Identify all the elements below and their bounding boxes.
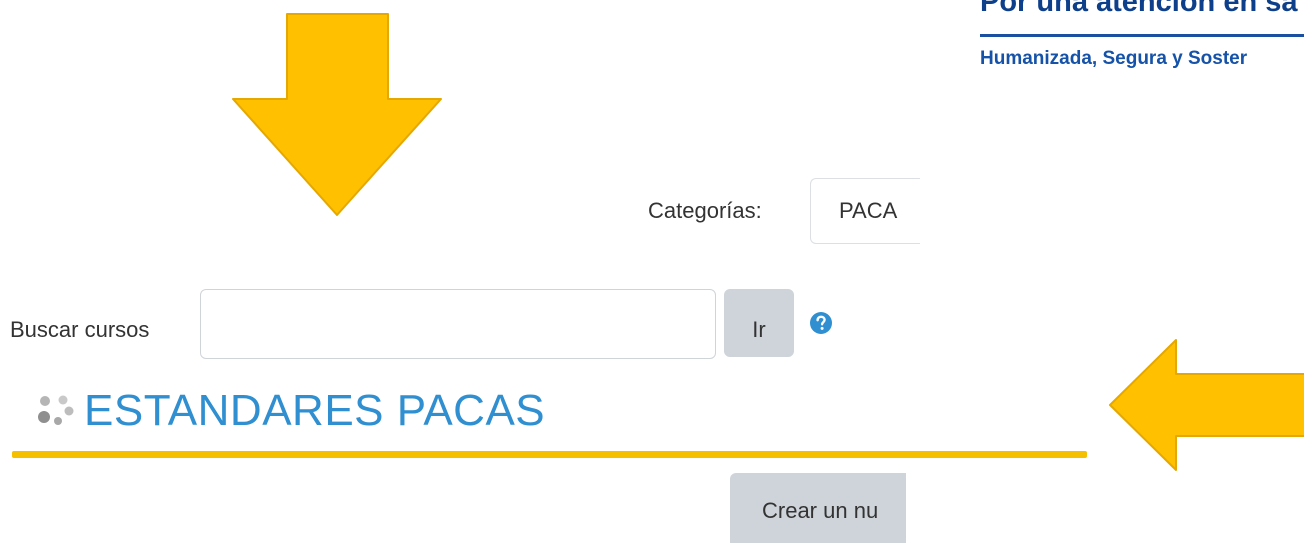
- arrow-down-icon: [232, 13, 442, 216]
- create-new-course-button[interactable]: Crear un nu: [730, 473, 906, 543]
- help-circle-icon[interactable]: [809, 311, 833, 335]
- search-courses-label: Buscar cursos: [10, 317, 150, 342]
- search-courses-input[interactable]: [200, 289, 716, 359]
- create-button-container: Crear un nu: [730, 473, 906, 543]
- categories-select[interactable]: PACA: [810, 178, 920, 244]
- categories-selected-value: PACA: [839, 198, 898, 223]
- header-banner: Por una atención en sa Humanizada, Segur…: [980, 0, 1304, 90]
- categories-label: Categorías:: [648, 198, 762, 223]
- banner-slogan: Por una atención en sa: [980, 0, 1298, 18]
- banner-divider: [980, 34, 1304, 37]
- banner-subtitle: Humanizada, Segura y Soster: [980, 48, 1248, 69]
- category-nodes-icon: [38, 395, 74, 425]
- category-title: ESTANDARES PACAS: [84, 386, 546, 435]
- highlight-underline: [12, 451, 1087, 458]
- arrow-left-icon: [1109, 339, 1304, 471]
- search-go-button[interactable]: Ir: [724, 289, 794, 357]
